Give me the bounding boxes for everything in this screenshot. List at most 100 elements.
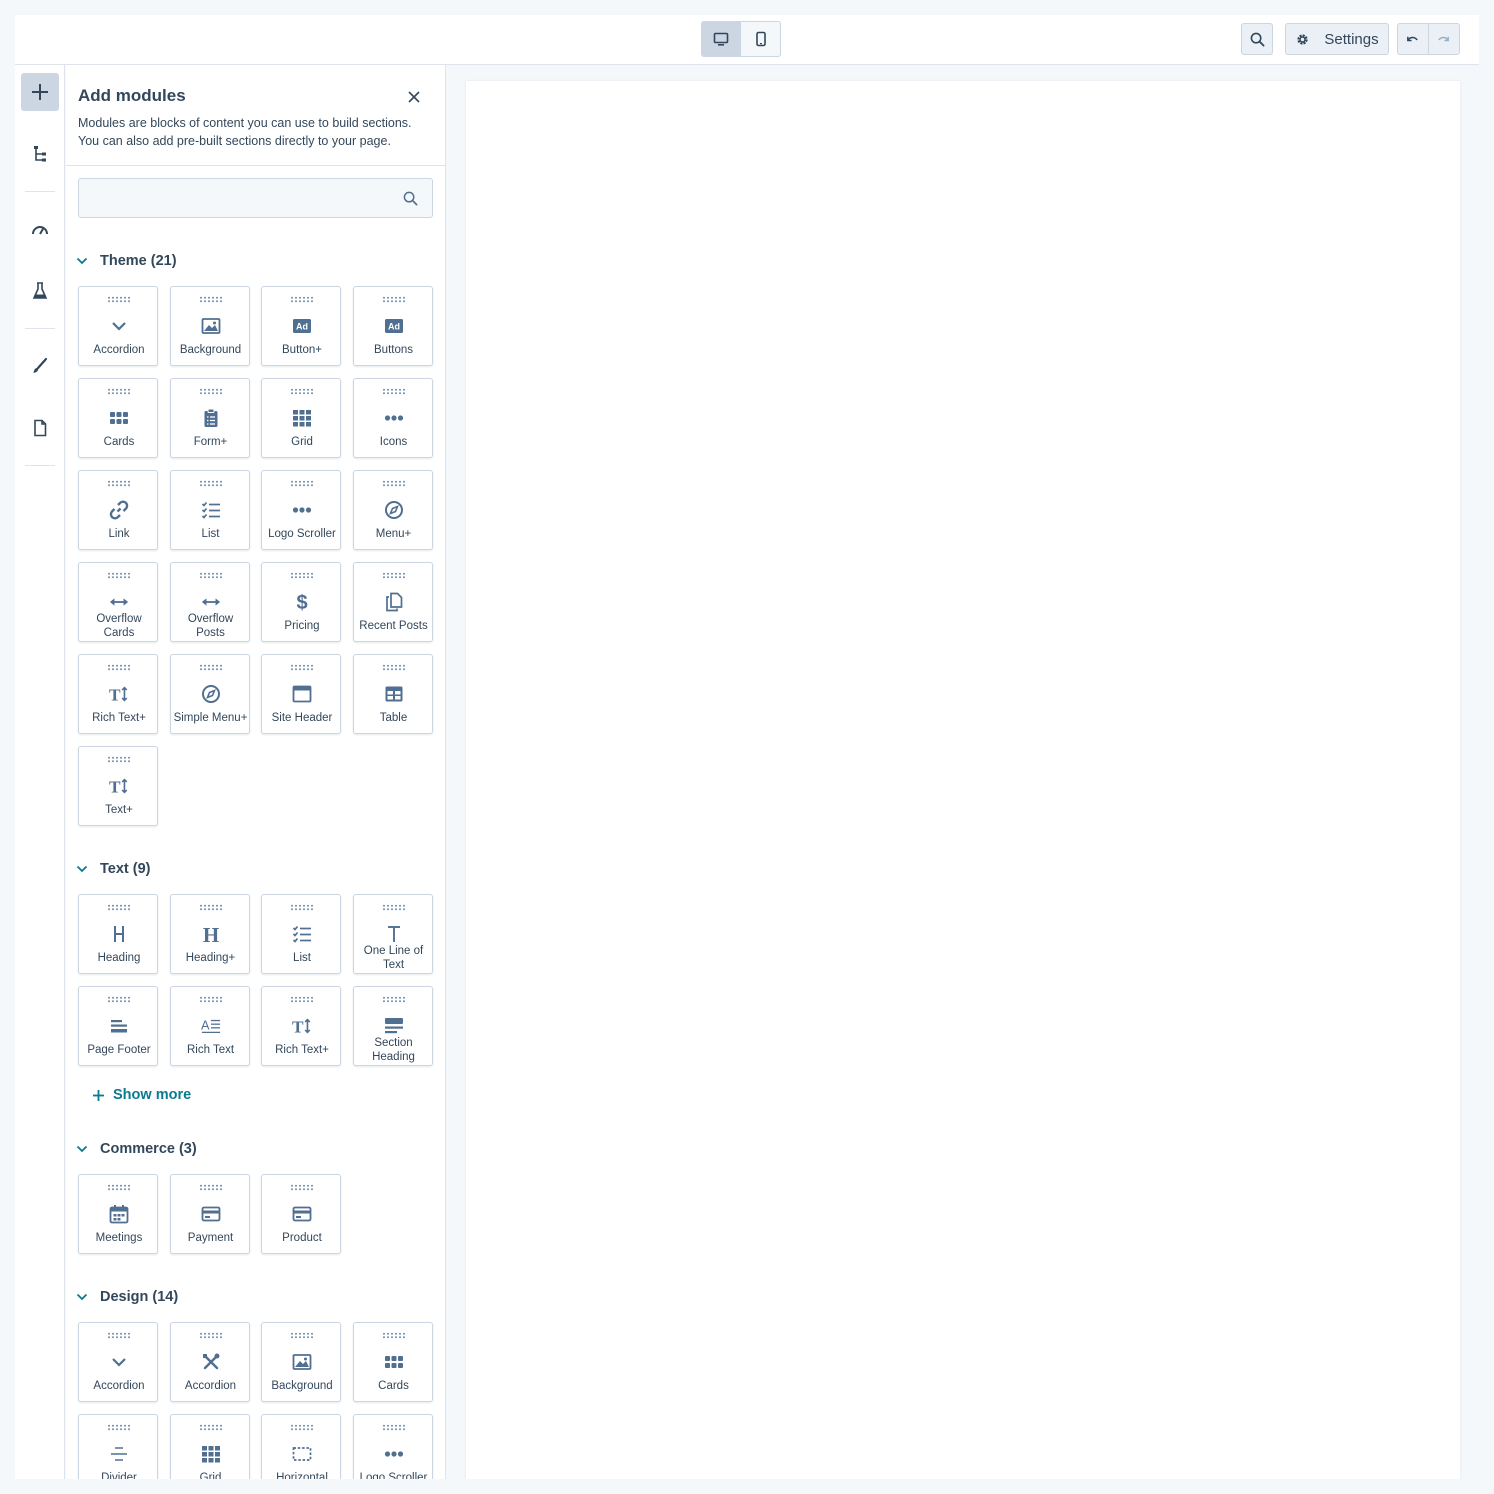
text-size-icon: T <box>292 1016 312 1036</box>
module-tile[interactable]: Divider <box>78 1414 158 1479</box>
section-header-design[interactable]: Design (14) <box>76 1287 178 1307</box>
module-tile[interactable]: T Text+ <box>78 746 158 826</box>
module-tile[interactable]: Product <box>261 1174 341 1254</box>
module-search-input[interactable] <box>79 179 389 217</box>
text-size-icon: T <box>109 776 129 796</box>
module-tile[interactable]: T Rich Text+ <box>261 986 341 1066</box>
grid-icon <box>201 1444 221 1464</box>
copy-icon <box>384 592 404 612</box>
module-tile[interactable]: Icons <box>352 378 433 458</box>
close-icon[interactable] <box>406 89 422 105</box>
drag-handle-icon <box>107 996 131 1003</box>
module-tile[interactable]: T Rich Text+ <box>78 654 158 734</box>
heading-icon <box>109 924 129 944</box>
module-tile[interactable]: Meetings <box>78 1174 158 1254</box>
module-tile-label: Rich Text+ <box>92 712 146 724</box>
plus-icon <box>32 84 48 100</box>
module-tile[interactable]: Accordion <box>169 1322 250 1402</box>
test-button[interactable] <box>21 272 59 310</box>
module-tile[interactable]: Recent Posts <box>352 562 433 642</box>
mobile-view-button[interactable] <box>741 22 780 56</box>
drag-handle-icon <box>198 904 223 911</box>
module-tile[interactable]: Link <box>78 470 158 550</box>
document-icon <box>34 419 47 437</box>
module-tile[interactable]: Menu+ <box>352 470 433 550</box>
module-tile[interactable]: A Rich Text <box>169 986 250 1066</box>
module-tile[interactable]: One Line of Text <box>352 894 433 974</box>
search-button[interactable] <box>1241 23 1273 55</box>
module-tile-label: Grid <box>291 436 313 448</box>
calendar-icon <box>109 1204 129 1224</box>
drag-handle-icon <box>198 572 223 579</box>
redo-button[interactable] <box>1429 24 1459 54</box>
module-tile[interactable]: Accordion <box>78 286 158 366</box>
drag-handle-icon <box>198 664 223 671</box>
module-tile[interactable]: Background <box>169 286 250 366</box>
module-tile[interactable]: Logo Scroller <box>261 470 341 550</box>
module-tile[interactable]: Page Footer <box>78 986 158 1066</box>
module-tile-label: List <box>201 528 220 540</box>
module-tile[interactable]: Simple Menu+ <box>169 654 250 734</box>
section-header-text[interactable]: Text (9) <box>76 859 151 879</box>
module-tile-label: List <box>293 952 311 964</box>
design-button[interactable] <box>21 347 59 385</box>
layers-button[interactable] <box>21 135 59 173</box>
drag-handle-icon <box>107 664 131 671</box>
module-tile[interactable]: Accordion <box>78 1322 158 1402</box>
rail-divider <box>25 328 55 329</box>
svg-text:A: A <box>201 1018 210 1033</box>
drag-handle-icon <box>381 388 406 395</box>
section-label: Theme (21) <box>100 253 177 269</box>
ad-icon: Ad <box>384 316 404 336</box>
show-more-label: Show more <box>113 1087 192 1103</box>
module-tile[interactable]: List <box>261 894 341 974</box>
module-tile[interactable]: Logo Scroller <box>352 1414 433 1479</box>
module-tile[interactable]: Section Heading <box>352 986 433 1066</box>
module-tile-label: Meetings <box>95 1232 143 1244</box>
page-canvas[interactable] <box>466 81 1460 1479</box>
module-tile[interactable]: Grid <box>169 1414 250 1479</box>
settings-button[interactable]: Settings <box>1285 23 1389 55</box>
drag-handle-icon <box>107 756 131 763</box>
section-header-commerce[interactable]: Commerce (3) <box>76 1139 197 1159</box>
module-tile[interactable]: Cards <box>352 1322 433 1402</box>
form-icon <box>201 408 221 428</box>
module-tile[interactable]: Ad Button+ <box>261 286 341 366</box>
module-tile-label: Logo Scroller <box>268 528 336 540</box>
module-tile[interactable]: Grid <box>261 378 341 458</box>
module-tile[interactable]: Ad Buttons <box>352 286 433 366</box>
rail-divider <box>25 465 55 466</box>
module-tile[interactable]: Table <box>352 654 433 734</box>
svg-text:T: T <box>292 1017 304 1035</box>
module-tile[interactable]: List <box>169 470 250 550</box>
module-tile[interactable]: Horizontal <box>261 1414 341 1479</box>
add-modules-button[interactable] <box>21 73 59 111</box>
section-header-theme[interactable]: Theme (21) <box>76 251 177 271</box>
module-tile[interactable]: Overflow Cards <box>78 562 158 642</box>
module-tile-label: Logo Scroller <box>359 1472 428 1479</box>
svg-text:T: T <box>109 777 121 795</box>
show-more-button[interactable]: Show more <box>92 1087 191 1103</box>
module-tile[interactable]: Payment <box>169 1174 250 1254</box>
link-icon <box>109 500 129 520</box>
module-tile[interactable]: Form+ <box>169 378 250 458</box>
module-tile[interactable]: Site Header <box>261 654 341 734</box>
module-tile[interactable]: $ Pricing <box>261 562 341 642</box>
drag-handle-icon <box>107 480 131 487</box>
settings-label: Settings <box>1324 30 1379 48</box>
drag-handle-icon <box>290 1184 314 1191</box>
module-tile[interactable]: Heading <box>78 894 158 974</box>
desktop-view-button[interactable] <box>702 22 741 56</box>
drag-handle-icon <box>107 1332 131 1339</box>
page-settings-button[interactable] <box>21 409 59 447</box>
undo-button[interactable] <box>1398 24 1429 54</box>
module-tile[interactable]: H Heading+ <box>169 894 250 974</box>
drag-handle-icon <box>381 480 406 487</box>
module-tile[interactable]: Background <box>261 1322 341 1402</box>
module-tile[interactable]: Cards <box>78 378 158 458</box>
drag-handle-icon <box>290 1424 314 1431</box>
module-tile-label: Table <box>379 712 408 724</box>
module-tile[interactable]: Overflow Posts <box>169 562 250 642</box>
cards-icon <box>384 1352 404 1372</box>
optimize-button[interactable] <box>21 210 59 248</box>
